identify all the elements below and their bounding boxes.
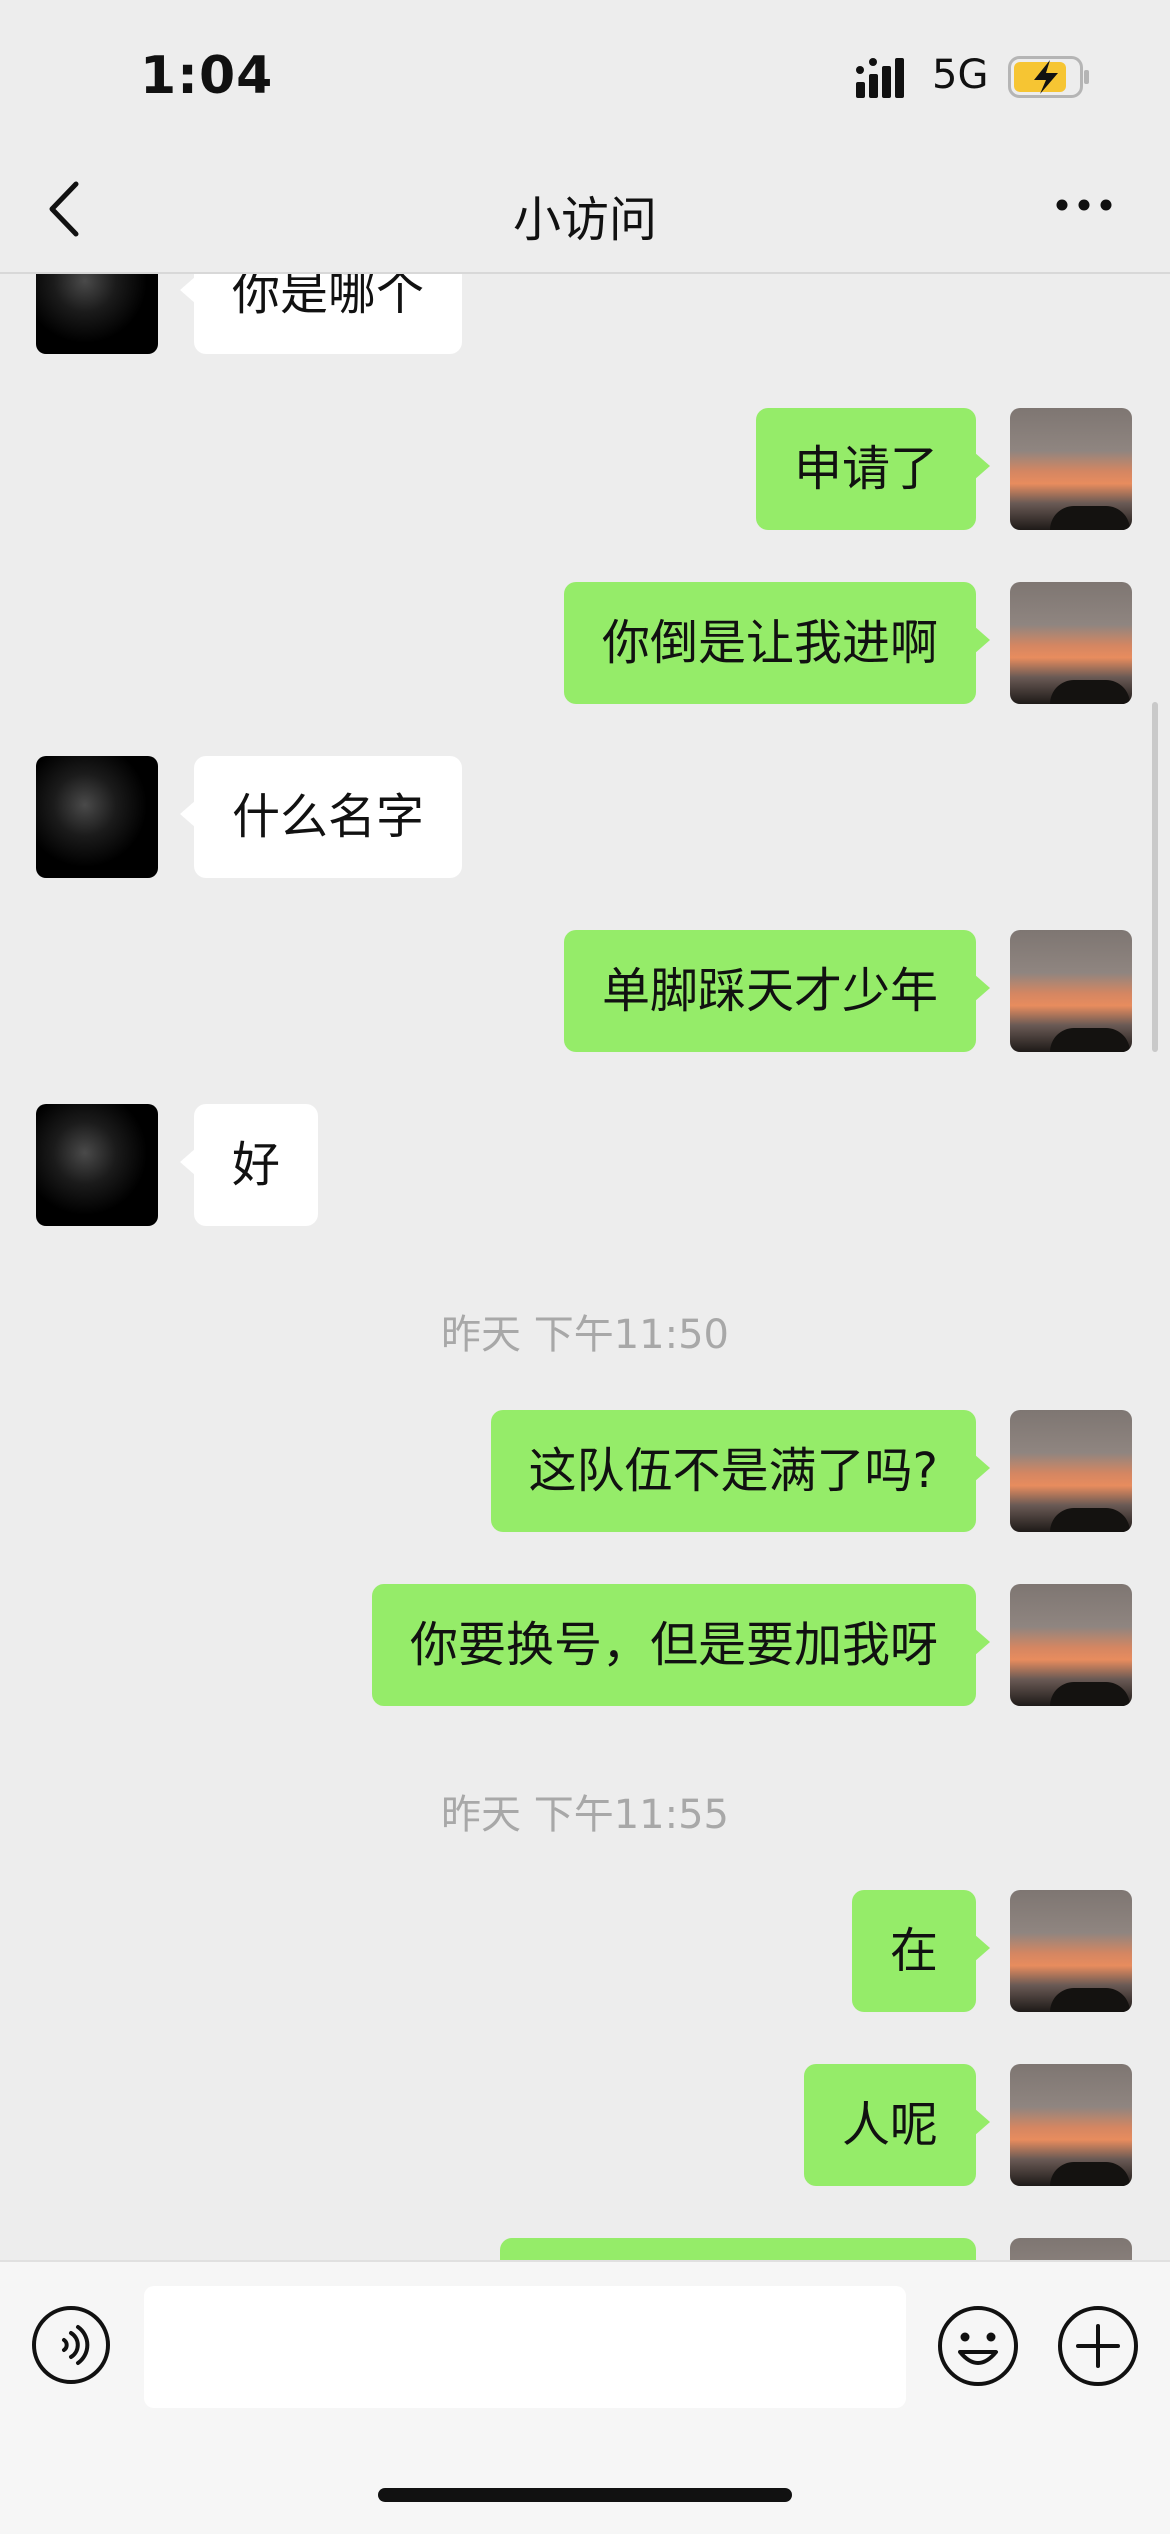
emoji-icon[interactable] [936,2304,1020,2388]
message-row: 你倒是让我进啊 [0,582,1170,704]
message-row: 你是哪个 [0,272,1170,354]
my-avatar[interactable] [1010,2238,1132,2260]
chat-title: 小访问 [512,192,657,248]
message-bubble[interactable]: 你倒是让我进啊 [563,582,991,704]
message-input[interactable] [144,2286,906,2408]
my-avatar[interactable] [1010,2064,1132,2186]
my-avatar[interactable] [1010,930,1132,1052]
input-bar [0,2260,1170,2534]
network-label: 5G [932,52,989,98]
message-row [0,2238,1170,2260]
status-time: 1:04 [140,46,274,106]
message-bubble[interactable]: 申请了 [755,408,991,530]
message-row: 在 [0,1890,1170,2012]
plus-circle-icon[interactable] [1056,2304,1140,2388]
contact-avatar[interactable] [36,756,158,878]
message-bubble[interactable]: 你是哪个 [179,272,463,354]
message-row: 什么名字 [0,756,1170,878]
chat-header: 小访问 [0,150,1170,274]
signal-bars-icon [856,58,904,98]
message-row: 好 [0,1104,1170,1226]
my-avatar[interactable] [1010,1890,1132,2012]
status-bar: 1:04 5G [0,0,1170,150]
contact-avatar[interactable] [36,272,158,354]
home-indicator [378,2488,792,2502]
contact-avatar[interactable] [36,1104,158,1226]
scrollbar[interactable] [1152,702,1158,1052]
message-row: 申请了 [0,408,1170,530]
message-bubble[interactable]: 什么名字 [179,756,463,878]
my-avatar[interactable] [1010,408,1132,530]
message-row: 这队伍不是满了吗? [0,1410,1170,1532]
more-dots-icon[interactable] [1052,190,1116,220]
message-list[interactable]: 你是哪个 申请了 你倒是让我进啊 什么名字 单脚踩天才少年 好 昨天 下午11:… [0,272,1170,2260]
message-bubble[interactable]: 单脚踩天才少年 [563,930,991,1052]
battery-charging-icon [1008,56,1089,98]
timestamp: 昨天 下午11:50 [441,1312,729,1358]
my-avatar[interactable] [1010,582,1132,704]
timestamp: 昨天 下午11:55 [441,1792,729,1838]
message-bubble[interactable]: 你要换号，但是要加我呀 [371,1584,991,1706]
message-row: 单脚踩天才少年 [0,930,1170,1052]
message-bubble[interactable]: 在 [851,1890,991,2012]
my-avatar[interactable] [1010,1410,1132,1532]
message-bubble[interactable] [500,2238,976,2260]
message-row: 人呢 [0,2064,1170,2186]
my-avatar[interactable] [1010,1584,1132,1706]
message-bubble[interactable]: 好 [179,1104,319,1226]
message-bubble[interactable]: 人呢 [803,2064,991,2186]
message-bubble[interactable]: 这队伍不是满了吗? [490,1410,991,1532]
message-row: 你要换号，但是要加我呀 [0,1584,1170,1706]
voice-icon[interactable] [30,2304,112,2386]
